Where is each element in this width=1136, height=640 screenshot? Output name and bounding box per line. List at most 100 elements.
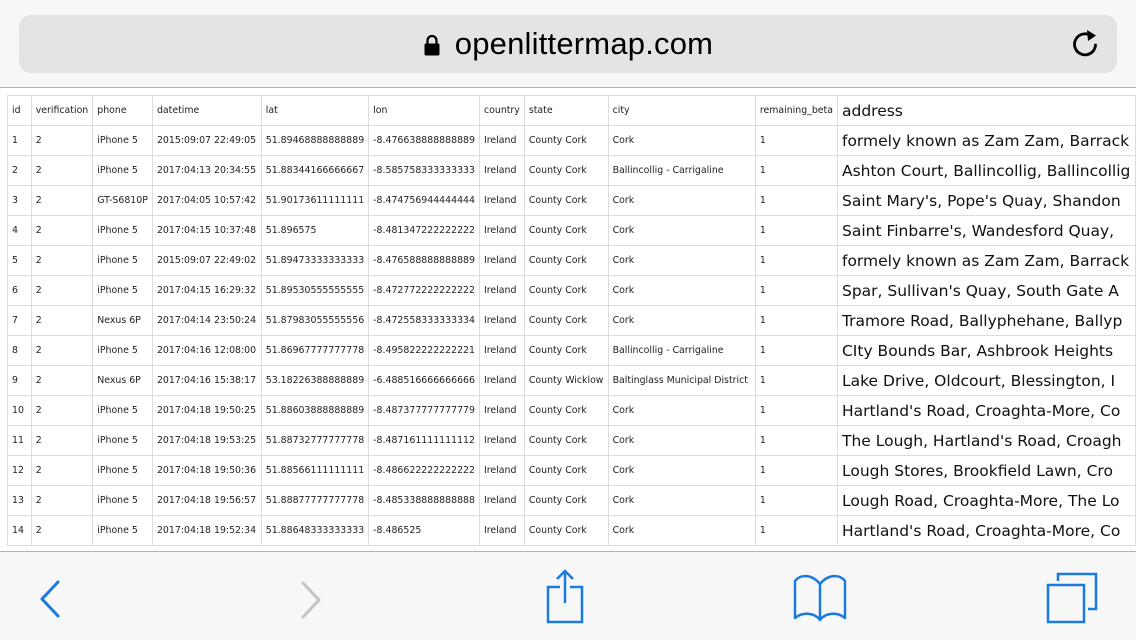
cell-country: Ireland [478, 455, 525, 486]
cell-country: Ireland [478, 395, 525, 426]
cell-verification: 2 [30, 275, 94, 306]
cell-country: Ireland [478, 275, 525, 306]
cell-remaining-beta: 1 [754, 335, 838, 366]
cell-phone: iPhone 5 [92, 455, 153, 486]
share-icon[interactable] [544, 568, 588, 624]
cell-verification: 2 [30, 485, 94, 516]
lock-icon [424, 34, 440, 56]
cell-datetime: 2017:04:18 19:52:34 [151, 515, 262, 546]
table-row: 13 2 iPhone 5 2017:04:18 19:56:57 51.8887777… [7, 485, 1136, 516]
cell-address: Hartland's Road, Croaghta-More, Co [836, 515, 1136, 546]
cell-city: Baltinglass Municipal District [607, 365, 756, 396]
cell-remaining-beta: 1 [754, 425, 838, 456]
cell-lat: 51.88566111111111 [260, 455, 370, 486]
cell-verification: 2 [30, 455, 94, 486]
chevron-left-icon[interactable] [38, 579, 64, 619]
cell-id: 11 [7, 425, 32, 456]
cell-lon: -8.585758333333333 [368, 155, 480, 186]
cell-city: Cork [607, 395, 756, 426]
cell-city: Cork [607, 125, 756, 156]
reload-icon[interactable] [1069, 28, 1101, 60]
column-header-state: state [523, 95, 609, 126]
column-header-remaining-beta: remaining_beta [754, 95, 838, 126]
cell-verification: 2 [30, 305, 94, 336]
table-row: 7 2 Nexus 6P 2017:04:14 23:50:24 51.87983055… [7, 305, 1136, 336]
cell-phone: iPhone 5 [92, 125, 153, 156]
cell-datetime: 2017:04:16 15:38:17 [151, 365, 262, 396]
page-content[interactable]: id verification phone datetime lat lon country… [0, 89, 1136, 551]
cell-address: Lough Road, Croaghta-More, The Lo [836, 485, 1136, 516]
cell-lon: -8.472558333333334 [368, 305, 480, 336]
cell-state: County Cork [523, 275, 609, 306]
cell-lon: -8.481347222222222 [368, 215, 480, 246]
cell-phone: iPhone 5 [92, 485, 153, 516]
tabs-icon[interactable] [1045, 571, 1099, 625]
cell-address: Saint Finbarre's, Wandesford Quay, [836, 215, 1136, 246]
table-row: 1 2 iPhone 5 2015:09:07 22:49:05 51.89468888… [7, 125, 1136, 156]
cell-lon: -8.495822222222221 [368, 335, 480, 366]
cell-phone: iPhone 5 [92, 245, 153, 276]
cell-remaining-beta: 1 [754, 125, 838, 156]
cell-id: 14 [7, 515, 32, 546]
cell-remaining-beta: 1 [754, 365, 838, 396]
cell-state: County Cork [523, 425, 609, 456]
cell-country: Ireland [478, 305, 525, 336]
cell-phone: Nexus 6P [92, 365, 153, 396]
cell-remaining-beta: 1 [754, 515, 838, 546]
cell-address: formely known as Zam Zam, Barrack [836, 125, 1136, 156]
cell-verification: 2 [30, 185, 94, 216]
book-icon[interactable] [792, 572, 848, 622]
cell-lon: -6.488516666666666 [368, 365, 480, 396]
cell-lat: 51.89530555555555 [260, 275, 370, 306]
cell-state: County Cork [523, 305, 609, 336]
chevron-right-icon[interactable] [298, 580, 324, 620]
cell-lat: 51.88648333333333 [260, 515, 370, 546]
cell-lat: 51.87983055555556 [260, 305, 370, 336]
cell-lat: 51.896575 [260, 215, 370, 246]
column-header-datetime: datetime [151, 95, 262, 126]
table-row: 6 2 iPhone 5 2017:04:15 16:29:32 51.89530555… [7, 275, 1136, 306]
cell-datetime: 2017:04:18 19:50:25 [151, 395, 262, 426]
cell-remaining-beta: 1 [754, 485, 838, 516]
cell-id: 5 [7, 245, 32, 276]
cell-city: Cork [607, 305, 756, 336]
address-bar[interactable]: openlittermap.com [19, 15, 1117, 73]
cell-remaining-beta: 1 [754, 215, 838, 246]
cell-phone: iPhone 5 [92, 335, 153, 366]
cell-lon: -8.476588888888889 [368, 245, 480, 276]
cell-verification: 2 [30, 155, 94, 186]
cell-country: Ireland [478, 425, 525, 456]
cell-lon: -8.485338888888888 [368, 485, 480, 516]
cell-id: 1 [7, 125, 32, 156]
cell-phone: Nexus 6P [92, 305, 153, 336]
cell-datetime: 2017:04:15 16:29:32 [151, 275, 262, 306]
cell-remaining-beta: 1 [754, 455, 838, 486]
cell-state: County Wicklow [523, 365, 609, 396]
data-table: id verification phone datetime lat lon country… [7, 95, 1136, 546]
browser-toolbar [0, 551, 1136, 640]
cell-datetime: 2015:09:07 22:49:02 [151, 245, 262, 276]
cell-datetime: 2017:04:18 19:50:36 [151, 455, 262, 486]
cell-city: Cork [607, 245, 756, 276]
cell-address: Spar, Sullivan's Quay, South Gate A [836, 275, 1136, 306]
table-row: 9 2 Nexus 6P 2017:04:16 15:38:17 53.18226388… [7, 365, 1136, 396]
table-row: 11 2 iPhone 5 2017:04:18 19:53:25 51.8873277… [7, 425, 1136, 456]
cell-id: 6 [7, 275, 32, 306]
cell-state: County Cork [523, 335, 609, 366]
column-header-lon: lon [368, 95, 480, 126]
cell-datetime: 2017:04:13 20:34:55 [151, 155, 262, 186]
cell-city: Cork [607, 185, 756, 216]
cell-id: 4 [7, 215, 32, 246]
cell-verification: 2 [30, 125, 94, 156]
cell-datetime: 2017:04:18 19:53:25 [151, 425, 262, 456]
url-display[interactable]: openlittermap.com [19, 15, 1117, 73]
table-row: 10 2 iPhone 5 2017:04:18 19:50:25 51.8860388… [7, 395, 1136, 426]
cell-phone: iPhone 5 [92, 275, 153, 306]
cell-lon: -8.486622222222222 [368, 455, 480, 486]
cell-state: County Cork [523, 455, 609, 486]
cell-remaining-beta: 1 [754, 245, 838, 276]
cell-state: County Cork [523, 155, 609, 186]
table-row: 4 2 iPhone 5 2017:04:15 10:37:48 51.896575 -8… [7, 215, 1136, 246]
cell-lat: 51.86967777777778 [260, 335, 370, 366]
cell-id: 2 [7, 155, 32, 186]
